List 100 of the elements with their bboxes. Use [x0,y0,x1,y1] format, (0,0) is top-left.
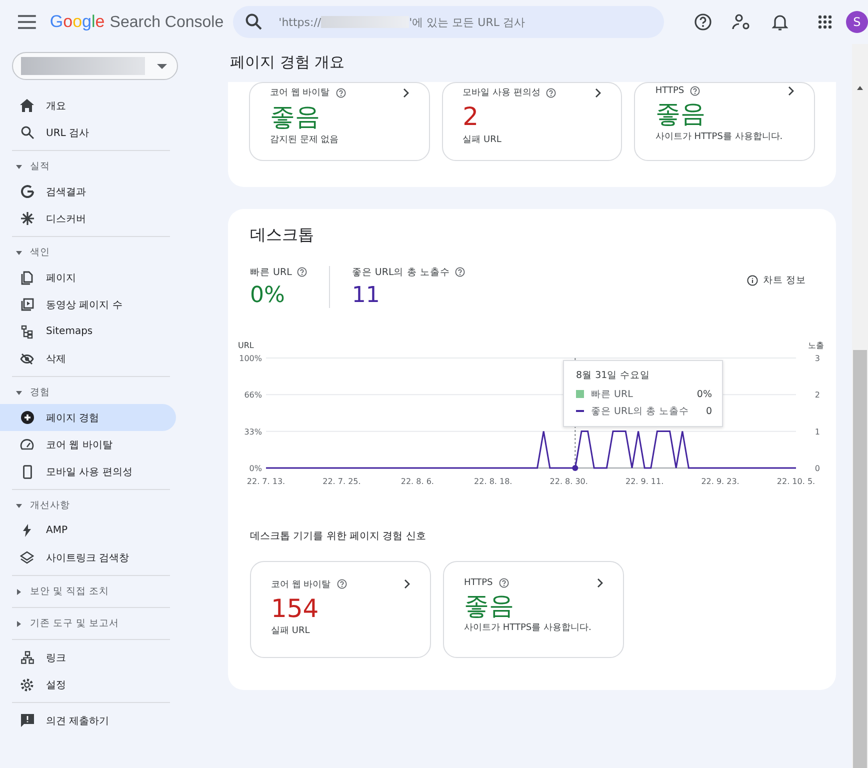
menu-icon[interactable] [18,15,36,29]
expand-caret-icon [16,620,22,626]
help-icon[interactable] [690,86,700,96]
collapse-caret-icon [16,164,22,170]
nav-item[interactable]: URL 검사 [0,119,176,146]
status-card[interactable]: HTTPS 좋음 사이트가 HTTPS를 사용합니다. [443,560,624,658]
axis-tick-label: 22. 7. 13. [246,476,286,486]
section-title: 데스크톱 [250,224,315,246]
legend-value: 0 [706,406,712,416]
axis-tick-label: 33% [244,426,262,436]
card-note: 실패 URL [271,625,311,637]
chevron-right-icon [788,86,794,96]
collapse-caret-icon [16,250,22,256]
search-icon [20,126,34,139]
nav-item[interactable]: 코어 웹 바이탈 [0,431,176,458]
section-heading[interactable]: 색인 [0,241,190,264]
status-card[interactable]: HTTPS 좋음 사이트가 HTTPS를 사용합니다. [634,82,816,160]
help-icon[interactable] [546,88,556,98]
chevron-right-icon [404,579,410,589]
axis-tick-label: 22. 8. 18. [474,476,512,486]
axis-tick-label: 22. 7. 25. [322,476,361,486]
axis-title: 노출 [808,340,824,350]
avatar[interactable]: S [846,11,868,33]
section-subtitle: 데스크톱 기기를 위한 페이지 경험 신호 [250,530,427,542]
axis-tick-label: 1 [814,426,820,436]
card-title: 코어 웹 바이탈 [270,87,330,99]
search-icon [244,13,263,31]
section-heading[interactable]: 개선사항 [0,494,190,517]
card-note: 사이트가 HTTPS를 사용합니다. [655,130,784,142]
status-card[interactable]: 코어 웹 바이탈 154 실패 URL [250,560,431,658]
nav-item[interactable]: 설정 [0,671,176,698]
nav-item[interactable]: 디스커버 [0,205,176,232]
axis-tick-label: 0% [249,464,262,472]
nav-item[interactable]: 페이지 [0,264,176,291]
scrollbar[interactable] [852,44,868,768]
axis-tick-label: 3 [814,354,820,362]
card-value: 2 [462,103,480,130]
nav-item[interactable]: 개요 [0,92,176,119]
nav-item[interactable]: 사이트링크 검색창 [0,544,176,571]
google-logo: Google [50,12,105,32]
help-icon[interactable] [498,578,509,588]
nav-item[interactable]: 모바일 사용 편의성 [0,458,176,485]
nav-item[interactable]: 페이지 경험 [0,404,176,431]
help-icon[interactable] [454,267,465,277]
nav-item[interactable]: 의견 제출하기 [0,707,176,734]
card-title: HTTPS [464,578,493,588]
page-title: 페이지 경험 개요 [230,53,346,72]
nav-item[interactable]: Sitemaps [0,318,176,345]
axis-tick-label: 22. 8. 6. [400,476,434,486]
axis-tick-label: 22. 9. 11. [625,476,664,486]
axis-tick-label: 0 [814,464,820,472]
legend-label: 좋은 URL의 총 노출수 [591,404,689,418]
help-icon[interactable] [336,88,346,98]
metric-value: 11 [352,282,381,308]
section-heading[interactable]: 경험 [0,381,190,404]
chart-info-link[interactable]: 차트 정보 [746,274,806,286]
card-value: 좋음 [464,592,515,619]
chevron-right-icon [597,578,603,588]
status-card[interactable]: 모바일 사용 편의성 2 실패 URL [442,82,622,160]
tooltip-title: 8월 31일 수요일 [576,368,652,382]
nav-item[interactable]: AMP [0,517,176,544]
help-icon[interactable] [296,267,307,277]
phone-icon [22,464,32,478]
home-icon [20,99,34,112]
eye-off-icon [20,352,34,364]
chevron-right-icon [595,88,602,98]
metric-label: 빠른 URL [250,266,292,278]
plus-circle-icon [20,411,34,424]
legend-label: 빠른 URL [591,388,633,400]
apps-grid-icon[interactable] [818,15,832,29]
help-icon[interactable] [694,13,712,31]
expand-caret-icon [16,588,22,594]
card-note: 실패 URL [462,134,502,146]
pages-icon [21,270,33,284]
gauge-icon [20,439,34,450]
section-heading[interactable]: 기존 도구 및 보고서 [0,612,190,635]
scroll-thumb[interactable] [853,350,867,768]
collapse-caret-icon [16,390,22,396]
card-value: 154 [271,594,320,622]
asterisk-icon [20,212,34,225]
status-card[interactable]: 코어 웹 바이탈 좋음 감지된 문제 없음 [249,82,430,160]
nav-item[interactable]: 삭제 [0,345,176,372]
legend-value: 0% [696,388,712,400]
card-title: 모바일 사용 편의성 [462,87,540,99]
axis-title: URL [238,340,254,350]
card-note: 감지된 문제 없음 [270,134,340,146]
help-icon[interactable] [336,579,347,589]
bolt-icon [23,524,31,537]
nav-item[interactable]: 동영상 페이지 수 [0,291,176,318]
card-value: 좋음 [270,103,321,130]
axis-tick-label: 22. 10. 5. [776,476,816,486]
nav-item[interactable]: 링크 [0,644,176,671]
search-field[interactable]: 'https:// '에 있는 모든 URL 검사 [232,6,664,38]
section-heading[interactable]: 보안 및 직접 조치 [0,580,190,603]
metric-label: 좋은 URL의 총 노출수 [352,266,450,278]
nav-item[interactable]: 검색결과 [0,178,176,205]
scroll-up-icon[interactable] [857,86,863,90]
section-heading[interactable]: 실적 [0,155,190,178]
axis-tick-label: 22. 8. 30. [550,476,588,486]
bell-icon[interactable] [772,13,788,31]
